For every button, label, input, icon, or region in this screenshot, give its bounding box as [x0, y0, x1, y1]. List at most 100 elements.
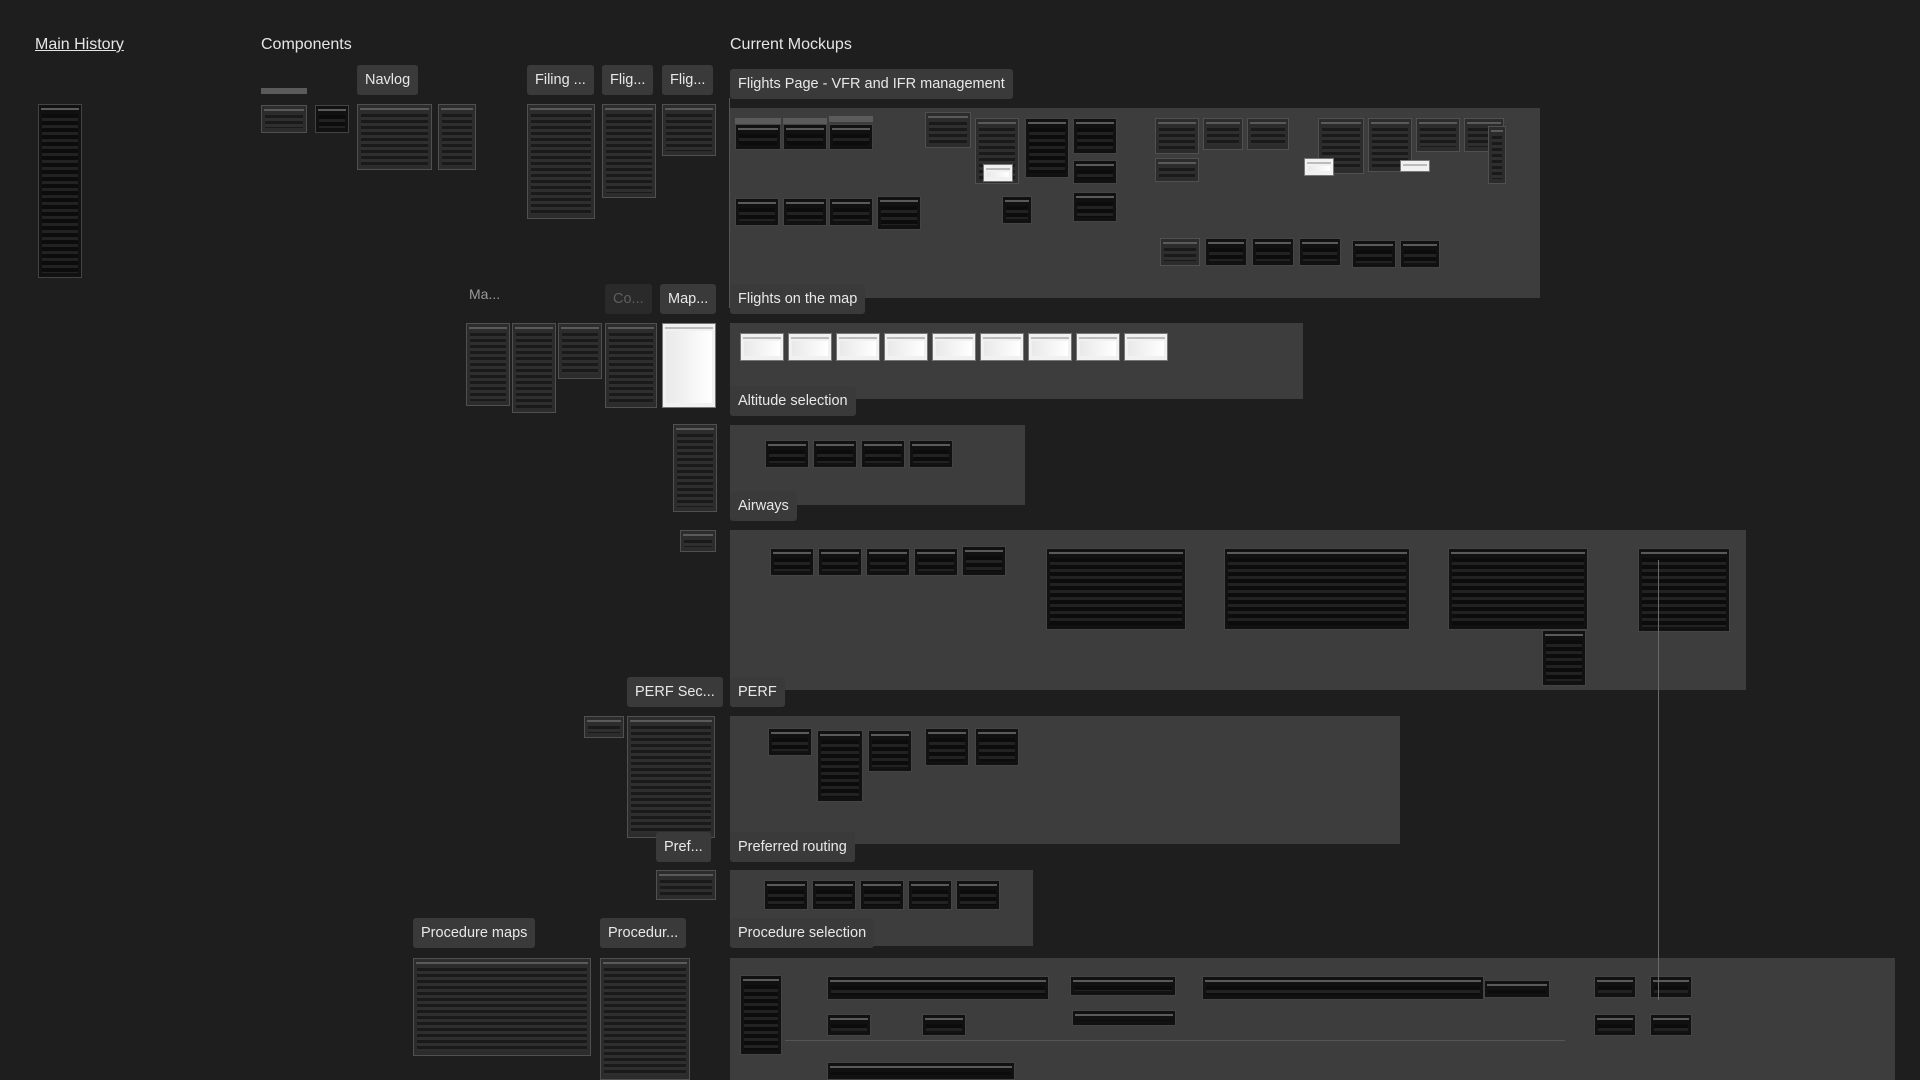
mockup-frame[interactable]	[1076, 333, 1120, 361]
section-label-airways[interactable]: Airways	[730, 491, 797, 521]
main-history-frame[interactable]	[38, 104, 82, 278]
perf-frame[interactable]	[584, 716, 624, 738]
mockup-frame[interactable]	[914, 548, 958, 576]
map-frame[interactable]	[466, 323, 510, 406]
section-label-procedure-selection[interactable]: Procedure selection	[730, 918, 875, 948]
mockup-frame[interactable]	[836, 333, 880, 361]
section-label-flights-on-map[interactable]: Flights on the map	[730, 284, 866, 314]
mockup-frame[interactable]	[1488, 126, 1506, 184]
map-frame[interactable]	[662, 323, 716, 408]
procedure-short-pill[interactable]: Procedur...	[600, 918, 687, 948]
navlog-frame[interactable]	[357, 104, 432, 170]
mockup-frame[interactable]	[788, 333, 832, 361]
mockup-frame[interactable]	[922, 1014, 966, 1036]
mockup-frame[interactable]	[827, 1062, 1015, 1080]
pref-pill[interactable]: Pref...	[656, 832, 711, 862]
section-label-flights-page[interactable]: Flights Page - VFR and IFR management	[730, 69, 1013, 99]
mockup-frame[interactable]	[866, 548, 910, 576]
mockup-frame[interactable]	[829, 124, 873, 150]
mockup-frame[interactable]	[1542, 630, 1586, 686]
mockup-frame[interactable]	[1252, 238, 1294, 266]
component-frame[interactable]	[315, 105, 349, 133]
section-label-preferred-routing[interactable]: Preferred routing	[730, 832, 855, 862]
mockup-frame[interactable]	[813, 440, 857, 468]
co-pill[interactable]: Co...	[605, 284, 652, 314]
mockup-frame[interactable]	[783, 198, 827, 226]
mockup-frame[interactable]	[1073, 160, 1117, 184]
map-frame[interactable]	[673, 424, 717, 512]
component-frame-strip[interactable]	[261, 88, 307, 94]
mockup-frame[interactable]	[770, 548, 814, 576]
mockup-frame[interactable]	[932, 333, 976, 361]
mockup-frame[interactable]	[1448, 548, 1588, 630]
procedure-frame[interactable]	[600, 958, 690, 1080]
mockup-frame[interactable]	[1400, 240, 1440, 268]
mockup-frame[interactable]	[817, 730, 863, 802]
map-pill[interactable]: Map...	[660, 284, 717, 314]
mockup-frame[interactable]	[909, 440, 953, 468]
procedure-maps-pill[interactable]: Procedure maps	[413, 918, 536, 948]
perf-sec-pill[interactable]: PERF Sec...	[627, 677, 723, 707]
mockup-frame[interactable]	[861, 440, 905, 468]
mockup-frame[interactable]	[764, 880, 808, 910]
mockup-frame[interactable]	[1073, 192, 1117, 222]
mockup-frame[interactable]	[1638, 548, 1730, 632]
mockup-frame[interactable]	[1650, 1014, 1692, 1036]
mockup-frame[interactable]	[980, 333, 1024, 361]
mockup-frame[interactable]	[740, 975, 782, 1055]
map-frame[interactable]	[558, 323, 602, 379]
mockup-frame[interactable]	[1072, 1010, 1176, 1026]
mockup-frame[interactable]	[765, 440, 809, 468]
map-frame[interactable]	[605, 323, 657, 408]
mockup-frame[interactable]	[829, 198, 873, 226]
pref-frame[interactable]	[656, 870, 716, 900]
mockup-frame[interactable]	[925, 728, 969, 766]
navlog-frame[interactable]	[438, 104, 476, 170]
section-label-perf[interactable]: PERF	[730, 677, 785, 707]
mockup-frame[interactable]	[1299, 238, 1341, 266]
mockup-frame[interactable]	[962, 546, 1006, 576]
main-history-heading[interactable]: Main History	[35, 36, 124, 54]
mockup-frame[interactable]	[1484, 980, 1550, 998]
mockup-frame[interactable]	[1203, 118, 1243, 150]
mockup-frame[interactable]	[1028, 333, 1072, 361]
mockup-frame[interactable]	[735, 198, 779, 226]
mockup-frame[interactable]	[1202, 976, 1484, 1000]
mockup-frame[interactable]	[1594, 976, 1636, 998]
navlog-pill[interactable]: Navlog	[357, 65, 419, 95]
mockup-frame[interactable]	[1416, 118, 1460, 152]
mockup-frame[interactable]	[1247, 118, 1289, 150]
map-frame[interactable]	[512, 323, 556, 413]
mockup-frame[interactable]	[812, 880, 856, 910]
mockup-frame[interactable]	[877, 196, 921, 230]
mockup-frame[interactable]	[908, 880, 952, 910]
mockup-frame[interactable]	[1025, 118, 1069, 178]
mockup-frame[interactable]	[1594, 1014, 1636, 1036]
mockup-frame[interactable]	[1304, 158, 1334, 176]
section-label-altitude-selection[interactable]: Altitude selection	[730, 386, 856, 416]
mockup-frame[interactable]	[975, 728, 1019, 766]
mockup-frame[interactable]	[827, 1014, 871, 1036]
filing-pill[interactable]: Flig...	[662, 65, 714, 95]
mockup-frame[interactable]	[1124, 333, 1168, 361]
filing-pill[interactable]: Filing ...	[527, 65, 594, 95]
mockup-frame[interactable]	[1224, 548, 1410, 630]
mockup-frame[interactable]	[983, 164, 1013, 182]
component-frame[interactable]	[261, 105, 307, 133]
mockup-frame[interactable]	[1155, 158, 1199, 182]
mockup-frame[interactable]	[735, 124, 781, 150]
filing-frame[interactable]	[602, 104, 656, 198]
mockup-frame[interactable]	[868, 730, 912, 772]
mockup-frame[interactable]	[884, 333, 928, 361]
mockup-frame[interactable]	[925, 112, 971, 148]
mockup-frame[interactable]	[768, 728, 812, 756]
mockup-frame[interactable]	[1352, 240, 1396, 268]
mockup-frame[interactable]	[1400, 160, 1430, 172]
mockup-frame[interactable]	[740, 333, 784, 361]
mockup-frame[interactable]	[1205, 238, 1247, 266]
mockup-frame[interactable]	[1650, 976, 1692, 998]
mockup-frame[interactable]	[827, 976, 1049, 1000]
filing-frame[interactable]	[662, 104, 716, 156]
mockup-frame[interactable]	[818, 548, 862, 576]
filing-pill[interactable]: Flig...	[602, 65, 654, 95]
